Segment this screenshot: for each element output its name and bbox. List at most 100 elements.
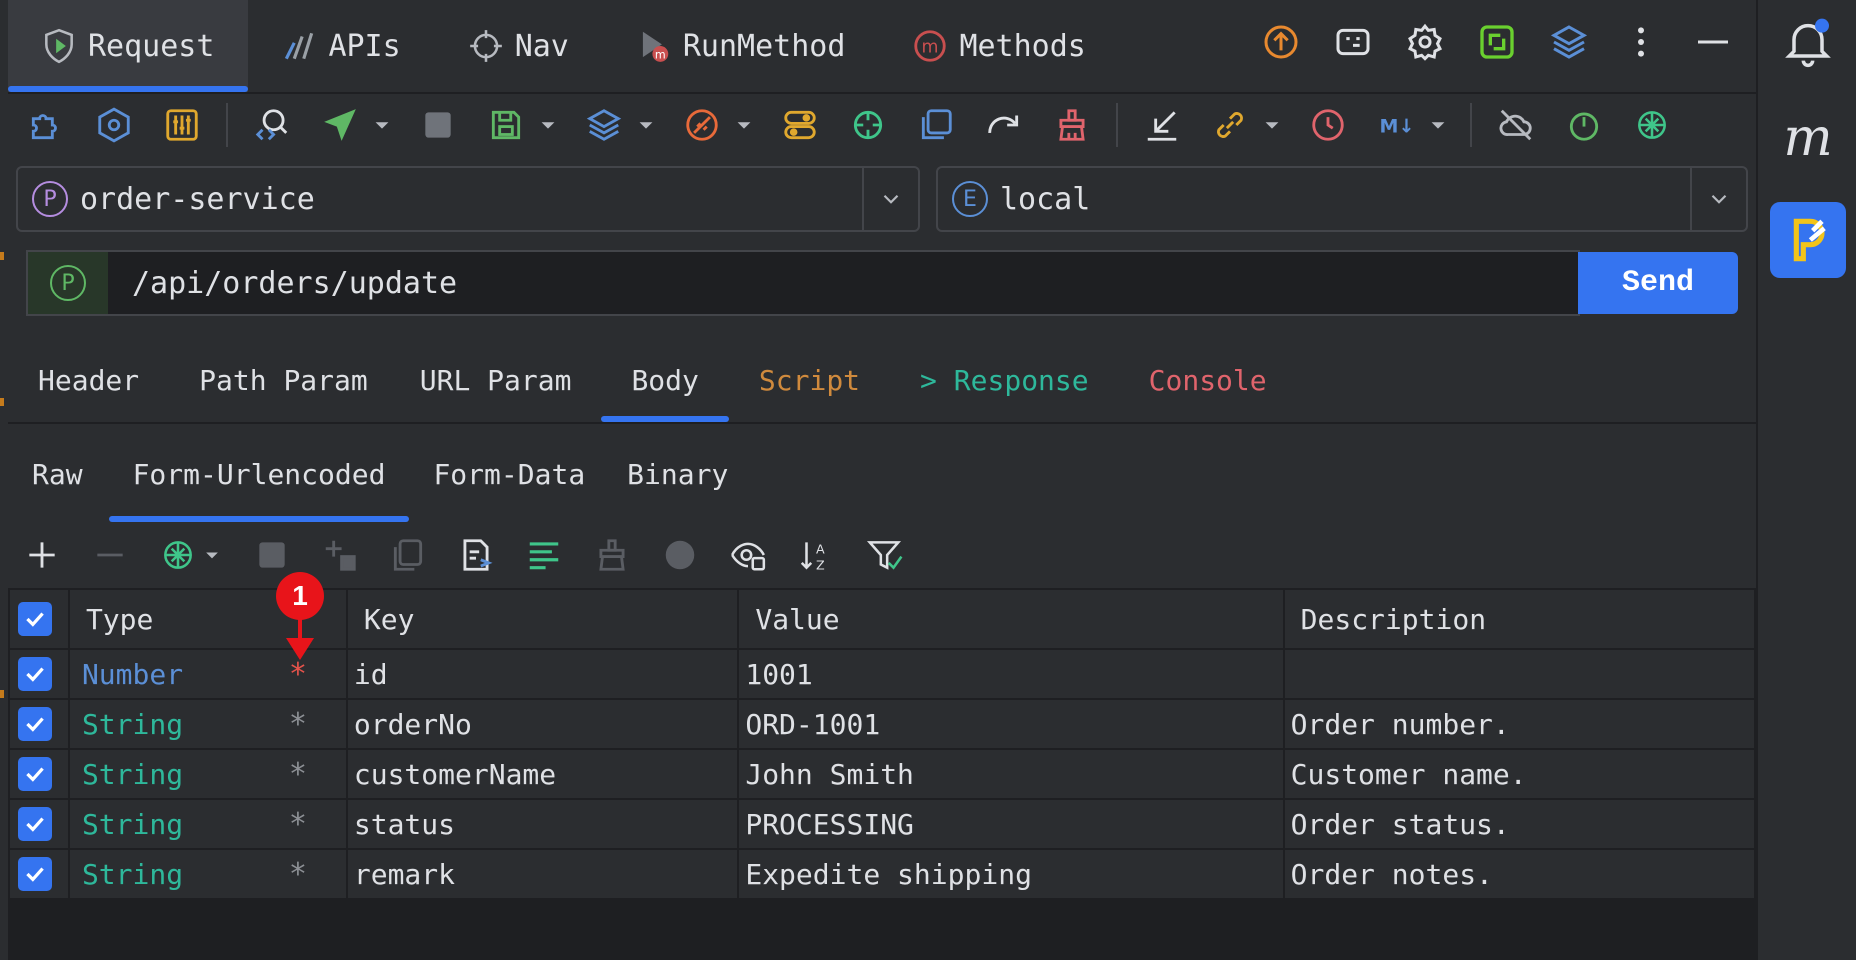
tab-script[interactable]: Script (729, 338, 890, 422)
row-checkbox[interactable] (18, 707, 52, 741)
row-key-cell[interactable]: id (345, 648, 740, 700)
tab-binary[interactable]: Binary (609, 426, 752, 522)
plugin-puzzle-icon[interactable] (22, 101, 70, 149)
row-value-cell[interactable]: ORD-1001 (737, 698, 1285, 750)
select-all-checkbox[interactable] (18, 602, 52, 636)
power-icon[interactable] (1560, 101, 1608, 149)
mock-icon[interactable] (678, 101, 726, 149)
markdown-icon[interactable]: M↓ (1372, 101, 1420, 149)
target-icon[interactable] (844, 101, 892, 149)
stop-icon[interactable] (252, 535, 292, 575)
column-header-value[interactable]: Value (737, 588, 1285, 650)
remove-row-icon[interactable] (90, 535, 130, 575)
column-header-key[interactable]: Key (345, 588, 740, 650)
required-marker[interactable]: * (278, 857, 318, 892)
ai-knot-icon[interactable] (1628, 101, 1676, 149)
mock-dropdown-chevron-icon[interactable] (732, 101, 756, 149)
preview-eye-icon[interactable] (728, 535, 768, 575)
row-checkbox[interactable] (18, 657, 52, 691)
row-key-cell[interactable]: orderNo (345, 698, 740, 750)
align-lines-icon[interactable] (524, 535, 564, 575)
row-checkbox[interactable] (18, 757, 52, 791)
layers-icon[interactable] (1548, 21, 1590, 63)
clean-broom-icon[interactable] (592, 535, 632, 575)
sliders-icon[interactable] (158, 101, 206, 149)
m-plugin-icon[interactable]: m (1770, 100, 1846, 176)
row-description-cell[interactable]: Order number. (1282, 698, 1757, 750)
minimize-icon[interactable] (1692, 21, 1734, 63)
copy-icon[interactable] (912, 101, 960, 149)
tab-methods[interactable]: m Methods (879, 0, 1119, 92)
toggle-icon[interactable] (776, 101, 824, 149)
row-value-cell[interactable]: Expedite shipping (737, 848, 1285, 900)
row-value-cell[interactable]: John Smith (737, 748, 1285, 800)
tab-request[interactable]: Request (8, 0, 249, 92)
required-marker[interactable]: * (278, 807, 318, 842)
redo-icon[interactable] (980, 101, 1028, 149)
row-key-cell[interactable]: customerName (345, 748, 740, 800)
send-dropdown-chevron-icon[interactable] (370, 101, 394, 149)
hexagon-settings-icon[interactable] (90, 101, 138, 149)
link-icon[interactable] (1206, 101, 1254, 149)
add-batch-icon[interactable] (320, 535, 360, 575)
save-dropdown-chevron-icon[interactable] (536, 101, 560, 149)
broom-icon[interactable] (1048, 101, 1096, 149)
tab-path-param[interactable]: Path Param (169, 338, 398, 422)
row-checkbox[interactable] (18, 807, 52, 841)
row-value-cell[interactable]: PROCESSING (737, 798, 1285, 850)
record-circle-icon[interactable] (660, 535, 700, 575)
column-header-description[interactable]: Description (1282, 588, 1757, 650)
tab-apis[interactable]: APIs (248, 0, 434, 92)
tab-body[interactable]: Body (601, 338, 730, 422)
row-key-cell[interactable]: remark (345, 848, 740, 900)
tab-url-param[interactable]: URL Param (398, 338, 602, 422)
terminal-icon[interactable] (1332, 21, 1374, 63)
stop-icon[interactable] (414, 101, 462, 149)
tab-header[interactable]: Header (8, 338, 169, 422)
http-method-selector[interactable]: P (28, 252, 108, 314)
row-type-cell[interactable]: String * (67, 698, 348, 750)
history-clock-icon[interactable] (1304, 101, 1352, 149)
send-button[interactable]: Send (1578, 252, 1738, 314)
tab-response[interactable]: > Response (890, 338, 1119, 422)
row-type-cell[interactable]: String * (67, 848, 348, 900)
stack-layers-icon[interactable] (580, 101, 628, 149)
tab-form-data[interactable]: Form-Data (409, 426, 609, 522)
search-code-icon[interactable] (248, 101, 296, 149)
row-checkbox[interactable] (18, 857, 52, 891)
environment-select[interactable]: E local (936, 166, 1748, 232)
layers-dropdown-chevron-icon[interactable] (634, 101, 658, 149)
tab-nav[interactable]: Nav (435, 0, 603, 92)
ai-generate-icon[interactable] (158, 535, 198, 575)
upload-icon[interactable] (1260, 21, 1302, 63)
expand-icon[interactable] (1476, 21, 1518, 63)
cloud-off-icon[interactable] (1492, 101, 1540, 149)
required-marker[interactable]: * (278, 657, 318, 692)
tab-console[interactable]: Console (1119, 338, 1297, 422)
notifications-bell-icon[interactable] (1770, 4, 1846, 80)
row-description-cell[interactable]: Order notes. (1282, 848, 1757, 900)
row-value-cell[interactable]: 1001 (737, 648, 1285, 700)
required-marker[interactable]: * (278, 707, 318, 742)
send-plane-icon[interactable] (316, 101, 364, 149)
restful-plugin-icon[interactable] (1770, 202, 1846, 278)
gear-icon[interactable] (1404, 21, 1446, 63)
tab-raw[interactable]: Raw (8, 426, 107, 522)
project-select[interactable]: P order-service (16, 166, 920, 232)
row-description-cell[interactable]: Order status. (1282, 798, 1757, 850)
markdown-dropdown-chevron-icon[interactable] (1426, 101, 1450, 149)
required-marker[interactable]: * (278, 757, 318, 792)
save-icon[interactable] (482, 101, 530, 149)
row-type-cell[interactable]: String * (67, 798, 348, 850)
tab-runmethod[interactable]: m RunMethod (603, 0, 880, 92)
chevron-down-icon[interactable] (862, 168, 918, 230)
bulk-edit-icon[interactable] (456, 535, 496, 575)
add-row-icon[interactable] (22, 535, 62, 575)
row-type-cell[interactable]: String * (67, 748, 348, 800)
tab-form-urlencoded[interactable]: Form-Urlencoded (108, 426, 410, 522)
url-input[interactable]: /api/orders/update (132, 266, 457, 301)
ai-dropdown-chevron-icon[interactable] (200, 535, 224, 575)
row-key-cell[interactable]: status (345, 798, 740, 850)
copy-rows-icon[interactable] (388, 535, 428, 575)
more-vertical-icon[interactable] (1620, 21, 1662, 63)
